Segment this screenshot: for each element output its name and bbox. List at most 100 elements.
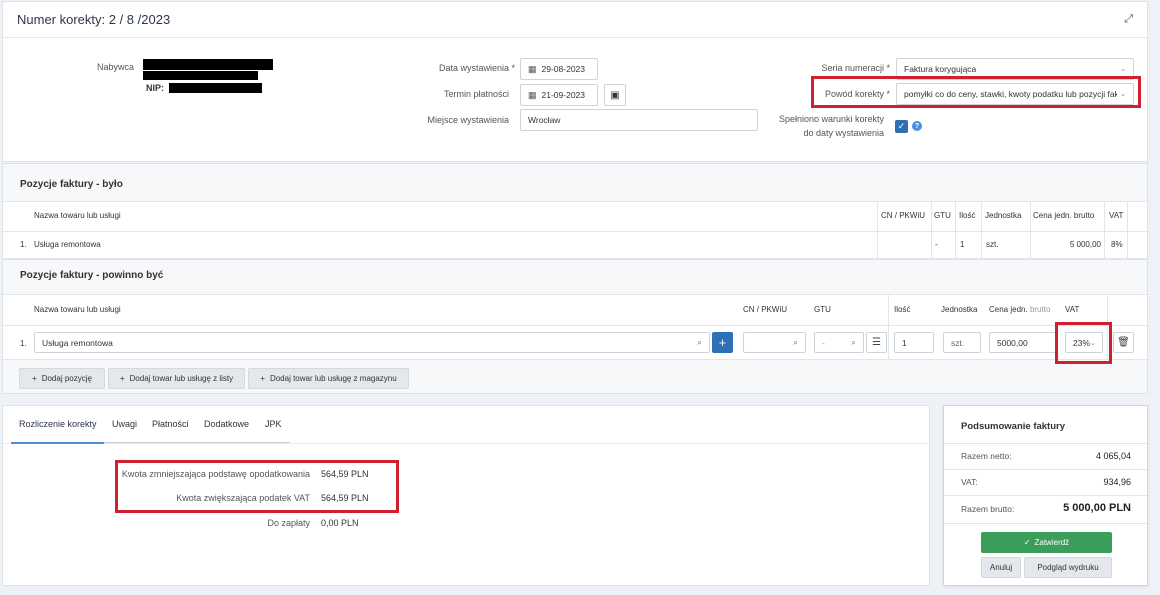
cancel-label: Anuluj bbox=[989, 563, 1013, 572]
calendar-icon: ▦ bbox=[528, 63, 537, 74]
gross-value: 5 000,00 PLN bbox=[1063, 502, 1131, 514]
reason-highlight bbox=[811, 76, 1141, 108]
row-unit: szt. bbox=[986, 240, 999, 249]
row-qty: 1 bbox=[960, 240, 965, 249]
plus-icon: + bbox=[119, 374, 125, 383]
payment-date-field[interactable]: ▦ 21-09-2023 bbox=[520, 84, 598, 106]
trash-icon[interactable]: 🗑 bbox=[1113, 332, 1134, 353]
add-product-button[interactable]: + bbox=[712, 332, 733, 353]
tab-payments[interactable]: Płatności bbox=[152, 419, 189, 429]
should-section: Pozycje faktury - powinno być Nazwa towa… bbox=[2, 259, 1148, 394]
product-name-value: Usługa remontowa bbox=[42, 337, 113, 348]
conditions-label-line2: do daty wystawienia bbox=[803, 128, 884, 138]
unit-input[interactable]: szt. bbox=[943, 332, 981, 353]
search-icon: ⌕ bbox=[793, 337, 798, 347]
invoice-form: Nabywca NIP: Data wystawienia * ▦ 29-08-2… bbox=[2, 38, 1148, 162]
col-name: Nazwa towaru lub usługi bbox=[34, 305, 121, 314]
approve-button[interactable]: ✓ Zatwierdź bbox=[981, 532, 1112, 553]
row-number: 1. bbox=[20, 339, 27, 348]
should-title: Pozycje faktury - powinno być bbox=[20, 270, 164, 281]
add-position-button[interactable]: + Dodaj pozycję bbox=[19, 368, 105, 389]
tab-notes[interactable]: Uwagi bbox=[112, 419, 137, 429]
quantity-input[interactable]: 1 bbox=[894, 332, 934, 353]
col-vat: VAT bbox=[1065, 305, 1080, 314]
list-icon[interactable]: ☰ bbox=[866, 332, 887, 353]
issue-date-field[interactable]: ▦ 29-08-2023 bbox=[520, 58, 598, 80]
payment-date-label: Termin płatności bbox=[443, 89, 509, 99]
modal-header: Numer korekty: 2 / 8 /2023 ⤢ bbox=[2, 1, 1148, 38]
col-cn: CN / PKWiU bbox=[743, 305, 787, 314]
conditions-checkbox[interactable]: ✓ bbox=[895, 120, 908, 133]
place-field[interactable]: Wrocław bbox=[520, 109, 758, 131]
add-from-warehouse-label: Dodaj towar lub usługę z magazynu bbox=[269, 374, 397, 383]
should-table: Nazwa towaru lub usługi CN / PKWiU GTU I… bbox=[3, 294, 1147, 360]
page-title: Numer korekty: 2 / 8 /2023 bbox=[17, 12, 171, 27]
gross-label: Razem brutto: bbox=[961, 504, 1015, 514]
col-qty: Ilość bbox=[894, 305, 911, 314]
chevron-down-icon: ⌄ bbox=[1120, 66, 1126, 73]
was-table: Nazwa towaru lub usługi CN / PKWiU GTU I… bbox=[3, 201, 1147, 259]
tab-jpk[interactable]: JPK bbox=[265, 419, 282, 429]
summary-title: Podsumowanie faktury bbox=[961, 421, 1065, 432]
calendar-picker-button[interactable]: ▣ bbox=[604, 84, 626, 106]
series-value: Faktura korygująca bbox=[904, 64, 977, 74]
product-name-input[interactable]: Usługa remontowa ⌕ bbox=[34, 332, 710, 353]
col-cn: CN / PKWiU bbox=[881, 211, 925, 220]
row-price: 5 000,00 bbox=[1069, 240, 1101, 249]
calendar-icon: ▣ bbox=[610, 89, 620, 101]
col-price: Cena jedn. brutto bbox=[1033, 211, 1095, 220]
check-icon: ✓ bbox=[1023, 538, 1031, 547]
active-tab-indicator bbox=[11, 442, 104, 444]
quantity-value: 1 bbox=[902, 337, 907, 348]
col-vat: VAT bbox=[1109, 211, 1124, 220]
row-number: 1. bbox=[20, 240, 27, 249]
to-pay-label: Do zapłaty bbox=[267, 518, 310, 528]
series-label: Seria numeracji * bbox=[821, 63, 890, 73]
price-input[interactable]: 5000,00 bbox=[989, 332, 1056, 353]
col-unit: Jednostka bbox=[985, 211, 1022, 220]
net-label: Razem netto: bbox=[961, 451, 1012, 461]
payment-date-value: 21-09-2023 bbox=[541, 90, 585, 100]
add-position-label: Dodaj pozycję bbox=[41, 374, 92, 383]
search-icon: ⌕ bbox=[697, 337, 702, 347]
vat-total-value: 934,96 bbox=[1103, 477, 1131, 487]
col-qty: Ilość bbox=[959, 211, 976, 220]
issue-date-value: 29-08-2023 bbox=[541, 64, 585, 74]
buyer-label: Nabywca bbox=[97, 62, 135, 72]
help-icon[interactable]: ? bbox=[912, 121, 922, 131]
gtu-input[interactable]: - ⌕ bbox=[814, 332, 864, 353]
row-name: Usługa remontowa bbox=[34, 240, 101, 249]
summary-card: Podsumowanie faktury Razem netto: 4 065,… bbox=[943, 405, 1148, 586]
vat-label: VAT: bbox=[961, 477, 978, 487]
issue-date-label: Data wystawienia * bbox=[438, 63, 515, 73]
add-from-list-button[interactable]: + Dodaj towar lub usługę z listy bbox=[108, 368, 245, 389]
price-value: 5000,00 bbox=[997, 337, 1028, 348]
add-from-list-label: Dodaj towar lub usługę z listy bbox=[129, 374, 234, 383]
was-section: Pozycje faktury - było Nazwa towaru lub … bbox=[2, 163, 1148, 259]
gtu-value: - bbox=[822, 337, 825, 348]
col-price: Cena jedn. brutto bbox=[989, 305, 1051, 314]
col-name: Nazwa towaru lub usługi bbox=[34, 211, 121, 220]
settlement-card: Rozliczenie korekty Uwagi Płatności Doda… bbox=[2, 405, 930, 586]
redacted-nip bbox=[169, 83, 262, 93]
row-gtu: - bbox=[935, 240, 938, 249]
tab-additional[interactable]: Dodatkowe bbox=[204, 419, 249, 429]
cn-input[interactable]: ⌕ bbox=[743, 332, 806, 353]
cancel-button[interactable]: Anuluj bbox=[981, 557, 1021, 578]
approve-label: Zatwierdź bbox=[1034, 538, 1070, 547]
unit-value: szt. bbox=[951, 337, 965, 348]
tab-settlement[interactable]: Rozliczenie korekty bbox=[19, 419, 97, 429]
expand-icon[interactable]: ⤢ bbox=[1124, 13, 1133, 26]
net-value: 4 065,04 bbox=[1095, 451, 1131, 461]
redacted-buyer-address bbox=[143, 71, 258, 80]
plus-icon: + bbox=[32, 374, 37, 383]
place-value: Wrocław bbox=[528, 115, 561, 125]
col-unit: Jednostka bbox=[941, 305, 978, 314]
col-gtu: GTU bbox=[934, 211, 951, 220]
redacted-buyer-name bbox=[143, 59, 273, 70]
plus-icon: + bbox=[260, 374, 265, 383]
add-from-warehouse-button[interactable]: + Dodaj towar lub usługę z magazynu bbox=[248, 368, 409, 389]
settlement-highlight bbox=[115, 460, 399, 513]
print-preview-button[interactable]: Podgląd wydruku bbox=[1024, 557, 1112, 578]
row-vat: 8% bbox=[1111, 240, 1123, 249]
